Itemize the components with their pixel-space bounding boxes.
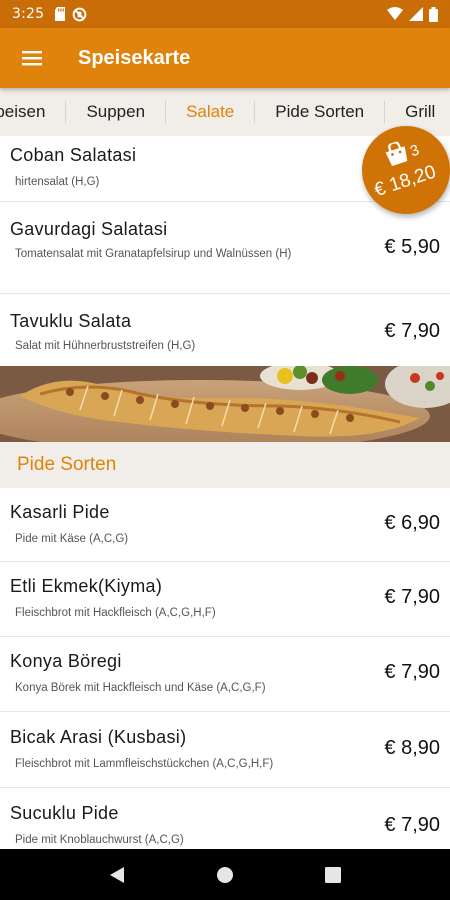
list-item[interactable]: Konya Böregi Konya Börek mit Hackfleisch…	[0, 637, 450, 712]
item-price: € 7,90	[384, 814, 440, 836]
item-description: Fleischbrot mit Hackfleisch (A,C,G,H,F)	[15, 607, 216, 619]
tab-suppen[interactable]: Suppen	[66, 101, 167, 123]
back-icon[interactable]	[109, 866, 125, 884]
shopping-bag-icon	[385, 141, 408, 167]
list-item[interactable]: Bicak Arasi (Kusbasi) Fleischbrot mit La…	[0, 712, 450, 788]
status-time: 3:25	[12, 6, 45, 22]
signal-icon	[409, 7, 423, 21]
home-icon[interactable]	[216, 866, 234, 884]
menu-list: Coban Salatasi hirtensalat (H,G) Gavurda…	[0, 136, 450, 849]
tab-salate[interactable]: Salate	[166, 101, 256, 123]
item-price: € 7,90	[384, 320, 440, 342]
item-name: Tavuklu Salata	[10, 311, 132, 331]
item-name: Bicak Arasi (Kusbasi)	[10, 727, 187, 747]
tab-grill[interactable]: Grill	[385, 101, 450, 123]
list-item[interactable]: Tavuklu Salata Salat mit Hühnerbruststre…	[0, 294, 450, 366]
list-item[interactable]: Kasarli Pide Pide mit Käse (A,C,G) € 6,9…	[0, 488, 450, 562]
item-description: Salat mit Hühnerbruststreifen (H,G)	[15, 340, 196, 352]
sd-card-icon	[55, 7, 66, 21]
cart-total: € 18,20	[371, 161, 439, 202]
section-header-pide-sorten: Pide Sorten	[0, 442, 450, 488]
item-description: hirtensalat (H,G)	[15, 176, 100, 188]
app-title: Speisekarte	[78, 46, 191, 69]
item-price: € 7,90	[384, 661, 440, 683]
app-bar: Speisekarte	[0, 28, 450, 88]
battery-icon	[429, 6, 438, 22]
item-name: Kasarli Pide	[10, 502, 110, 522]
list-item[interactable]: Gavurdagi Salatasi Tomatensalat mit Gran…	[0, 202, 450, 294]
hamburger-menu-icon	[22, 51, 42, 66]
wifi-icon	[387, 7, 403, 20]
item-description: Tomatensalat mit Granatapfelsirup und Wa…	[15, 248, 292, 260]
item-price: € 7,90	[384, 586, 440, 608]
item-name: Sucuklu Pide	[10, 803, 119, 823]
item-description: Pide mit Käse (A,C,G)	[15, 533, 129, 545]
tab-pide-sorten[interactable]: Pide Sorten	[255, 101, 386, 123]
item-name: Gavurdagi Salatasi	[10, 219, 168, 239]
item-name: Etli Ekmek(Kiyma)	[10, 576, 163, 596]
item-description: Fleischbrot mit Lammfleischstückchen (A,…	[15, 758, 274, 770]
tab-speisen[interactable]: Speisen	[0, 101, 67, 123]
blocked-icon	[72, 7, 87, 21]
item-price: € 5,90	[384, 236, 440, 258]
category-tabs: Speisen Suppen Salate Pide Sorten Grill	[0, 88, 450, 136]
item-price: € 8,90	[384, 737, 440, 759]
list-item[interactable]: Etli Ekmek(Kiyma) Fleischbrot mit Hackfl…	[0, 562, 450, 637]
item-description: Konya Börek mit Hackfleisch und Käse (A,…	[15, 682, 266, 694]
item-description: Pide mit Knoblauchwurst (A,C,G)	[15, 834, 184, 846]
item-price: € 6,90	[384, 512, 440, 534]
status-bar: 3:25	[0, 0, 450, 28]
list-item[interactable]: Sucuklu Pide Pide mit Knoblauchwurst (A,…	[0, 788, 450, 849]
section-title: Pide Sorten	[17, 454, 117, 475]
recents-icon[interactable]	[324, 866, 341, 883]
item-name: Konya Böregi	[10, 651, 122, 671]
system-nav-bar	[0, 849, 450, 900]
menu-button[interactable]	[0, 28, 64, 88]
pide-banner-image	[0, 366, 450, 442]
pide-platter-illustration	[0, 366, 450, 442]
